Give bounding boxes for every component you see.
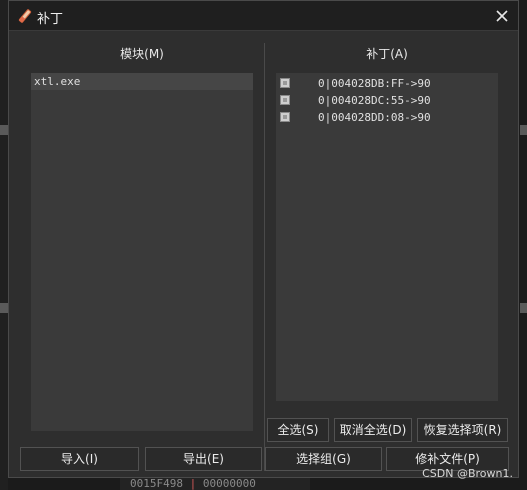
patch-checkbox[interactable] [280,112,290,122]
patches-title: 补丁(A) [366,47,408,61]
select-group-button[interactable]: 选择组(G) [265,447,382,471]
patch-label: 0|004028DC:55->90 [318,94,431,107]
restore-selection-button[interactable]: 恢复选择项(R) [417,418,508,442]
modules-list[interactable]: xtl.exe [31,73,253,431]
patch-checkbox[interactable] [280,78,290,88]
modules-title: 模块(M) [120,47,164,61]
module-item[interactable]: xtl.exe [31,73,253,90]
background-left-gutter [0,0,8,490]
background-separator: | [189,477,197,490]
patch-item[interactable]: 0|004028DD:08->90 [280,110,480,127]
select-all-button[interactable]: 全选(S) [267,418,329,442]
patch-item[interactable]: 0|004028DC:55->90 [280,93,480,110]
watermark: CSDN @Brown1. [422,467,513,480]
title-bar: 补丁 [9,1,518,31]
patches-list[interactable]: 0|004028DB:FF->90 0|004028DC:55->90 0|00… [276,73,498,401]
panel-divider [264,43,265,471]
background-memory-readout: 0015F498 | 00000000 [120,477,310,490]
patch-label: 0|004028DB:FF->90 [318,77,431,90]
patch-checkbox[interactable] [280,95,290,105]
patch-dialog: 补丁 模块(M) xtl.exe 导入(I) 导出(E) 补丁(A) 0|004… [8,0,519,478]
background-right-mark-2 [520,303,527,313]
background-right-mark [520,125,527,135]
background-left-mark-2 [0,303,8,313]
close-icon[interactable] [490,4,514,28]
dialog-title: 补丁 [37,12,64,27]
background-left-mark [0,125,8,135]
import-button[interactable]: 导入(I) [20,447,139,471]
patch-label: 0|004028DD:08->90 [318,111,431,124]
background-value: 00000000 [202,477,256,490]
export-button[interactable]: 导出(E) [145,447,262,471]
patch-item[interactable]: 0|004028DB:FF->90 [280,76,480,93]
background-address: 0015F498 [130,477,183,490]
deselect-all-button[interactable]: 取消全选(D) [334,418,412,442]
patch-brush-icon [18,9,32,23]
